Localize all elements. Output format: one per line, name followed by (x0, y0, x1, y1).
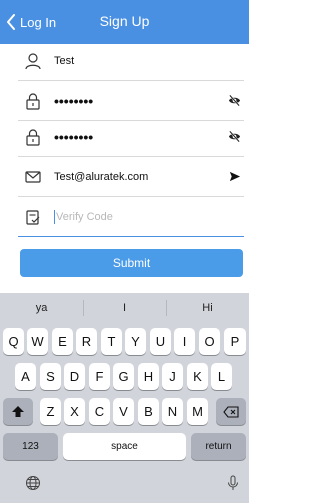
password-field[interactable]: •••••••• (18, 81, 244, 121)
key-p[interactable]: P (224, 328, 246, 355)
text-cursor (54, 209, 55, 224)
suggestion-bar: ya I Hi (0, 293, 249, 323)
key-z[interactable]: Z (40, 398, 61, 425)
key-c[interactable]: C (89, 398, 110, 425)
eye-slash-icon[interactable] (226, 129, 242, 145)
key-x[interactable]: X (64, 398, 85, 425)
page-title: Sign Up (99, 13, 150, 29)
key-d[interactable]: D (64, 363, 85, 390)
key-n[interactable]: N (162, 398, 183, 425)
key-o[interactable]: O (199, 328, 220, 355)
key-b[interactable]: B (138, 398, 159, 425)
key-q[interactable]: Q (3, 328, 24, 355)
confirm-password-field[interactable]: •••••••• (18, 117, 244, 157)
key-i[interactable]: I (174, 328, 195, 355)
key-g[interactable]: G (113, 363, 134, 390)
key-u[interactable]: U (150, 328, 171, 355)
key-s[interactable]: S (40, 363, 61, 390)
shift-icon (12, 405, 24, 417)
verify-code-input[interactable]: Verify Code (54, 209, 113, 224)
space-key[interactable]: space (63, 433, 186, 460)
key-k[interactable]: K (187, 363, 208, 390)
key-m[interactable]: M (187, 398, 208, 425)
eye-slash-icon[interactable] (226, 93, 242, 109)
key-t[interactable]: T (101, 328, 122, 355)
key-y[interactable]: Y (125, 328, 146, 355)
globe-icon[interactable] (24, 474, 42, 492)
delete-key[interactable] (216, 398, 246, 425)
lock-icon (22, 126, 44, 148)
key-l[interactable]: L (211, 363, 232, 390)
suggestion-item[interactable]: I (83, 293, 166, 323)
keyboard: ya I Hi Q W E R T Y U I O P A S D F G H … (0, 293, 249, 503)
shift-key[interactable] (3, 398, 33, 425)
submit-button[interactable]: Submit (20, 249, 243, 277)
key-e[interactable]: E (52, 328, 73, 355)
send-arrow-icon[interactable] (226, 169, 242, 185)
suggestion-item[interactable]: Hi (166, 293, 249, 323)
password-value: •••••••• (54, 92, 94, 109)
email-value: Test@aluratek.com (54, 170, 149, 183)
username-field[interactable]: Test (18, 41, 244, 81)
confirm-password-value: •••••••• (54, 128, 94, 145)
username-value: Test (54, 54, 75, 67)
microphone-icon[interactable] (224, 474, 242, 492)
backspace-icon (223, 405, 239, 418)
verify-code-icon (22, 206, 44, 228)
key-h[interactable]: H (138, 363, 159, 390)
key-v[interactable]: V (113, 398, 134, 425)
verify-code-field[interactable]: Verify Code (18, 197, 244, 237)
return-key[interactable]: return (191, 433, 246, 460)
key-r[interactable]: R (76, 328, 97, 355)
key-f[interactable]: F (89, 363, 110, 390)
suggestion-item[interactable]: ya (0, 293, 83, 323)
user-icon (22, 50, 44, 72)
key-a[interactable]: A (15, 363, 36, 390)
verify-code-placeholder: Verify Code (56, 210, 113, 223)
email-field[interactable]: Test@aluratek.com (18, 157, 244, 197)
lock-icon (22, 90, 44, 112)
key-w[interactable]: W (27, 328, 48, 355)
mail-icon (22, 166, 44, 188)
key-j[interactable]: J (162, 363, 183, 390)
nav-bar: Log In Sign Up (0, 0, 249, 44)
numbers-key[interactable]: 123 (3, 433, 58, 460)
